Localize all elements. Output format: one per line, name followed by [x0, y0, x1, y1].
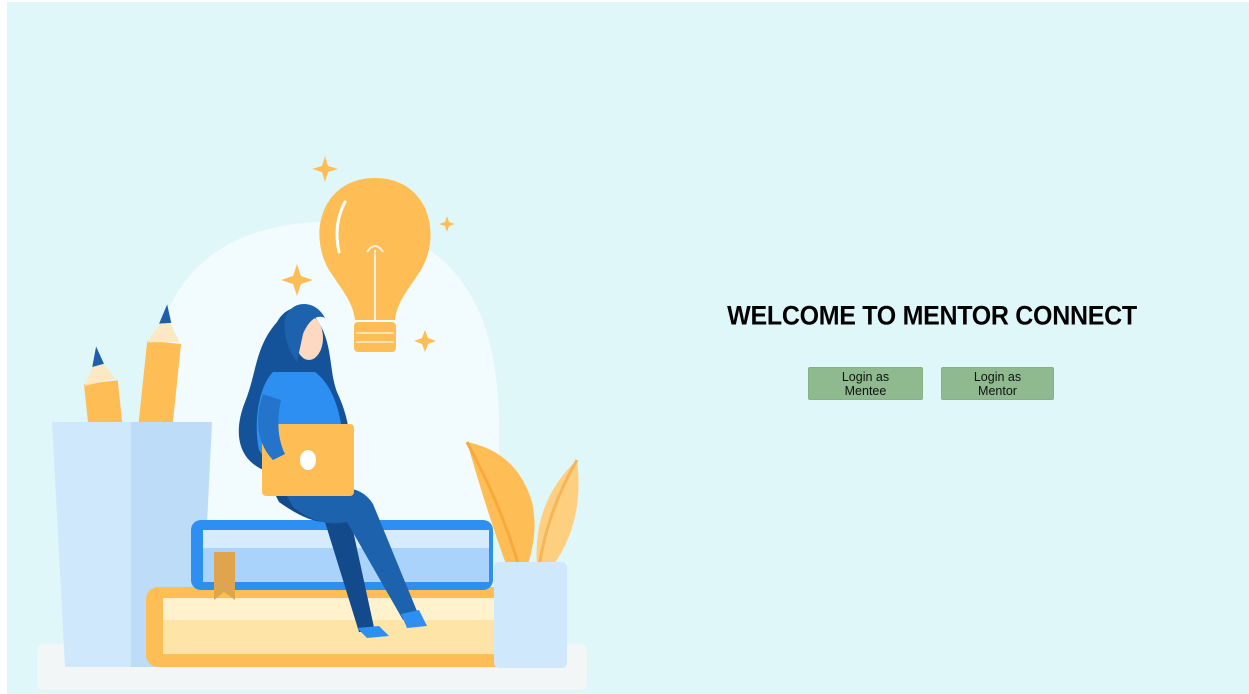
login-as-mentee-button[interactable]: Login as Mentee [808, 367, 923, 400]
welcome-section: WELCOME TO MENTOR CONNECT [647, 300, 1217, 332]
page-title: WELCOME TO MENTOR CONNECT [727, 300, 1137, 332]
woman-studying-illustration-icon [37, 156, 587, 690]
login-button-group: Login as Mentee Login as Mentor [808, 367, 1054, 400]
landing-page: WELCOME TO MENTOR CONNECT Login as Mente… [7, 2, 1249, 694]
login-as-mentor-button[interactable]: Login as Mentor [941, 367, 1054, 400]
